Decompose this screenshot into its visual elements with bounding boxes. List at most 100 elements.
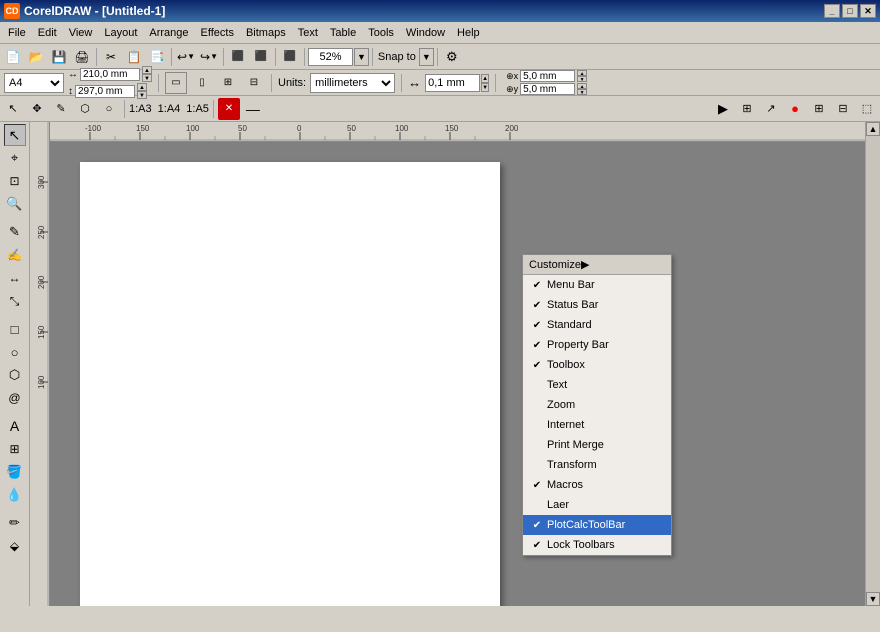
minimize-button[interactable]: _ — [824, 4, 840, 18]
float-btn2[interactable]: ⊞ — [736, 98, 758, 120]
dash-button[interactable]: — — [242, 98, 264, 120]
undo-button[interactable]: ↩▼ — [175, 46, 197, 68]
menu-view[interactable]: View — [63, 25, 99, 41]
zoom-input[interactable] — [308, 48, 353, 66]
nudge-down[interactable]: ▼ — [481, 83, 489, 92]
circle-tool[interactable]: ○ — [98, 98, 120, 120]
ctx-macros[interactable]: ✔ Macros — [523, 475, 671, 495]
menu-help[interactable]: Help — [451, 25, 486, 41]
pointer-tool[interactable]: ↖ — [2, 98, 24, 120]
text-tool[interactable]: A — [4, 415, 26, 437]
ctx-internet[interactable]: Internet — [523, 415, 671, 435]
ctx-print-merge[interactable]: Print Merge — [523, 435, 671, 455]
page-height-input[interactable] — [75, 85, 135, 98]
menu-tools[interactable]: Tools — [362, 25, 400, 41]
fill-tool[interactable]: 🪣 — [4, 461, 26, 483]
menu-arrange[interactable]: Arrange — [143, 25, 194, 41]
nudge-up[interactable]: ▲ — [481, 74, 489, 83]
cy-down[interactable]: ▼ — [577, 89, 587, 95]
publish-button[interactable]: ⬛ — [279, 46, 301, 68]
zoom-tool[interactable]: 🔍 — [4, 193, 26, 215]
menu-bitmaps[interactable]: Bitmaps — [240, 25, 292, 41]
connector-tool[interactable]: ⤡ — [4, 290, 26, 312]
spiral-tool[interactable]: @ — [4, 387, 26, 409]
coord-x-input[interactable] — [520, 70, 575, 82]
select-tool[interactable]: ↖ — [4, 124, 26, 146]
shadow-tool[interactable]: ⬙ — [4, 535, 26, 557]
print-button[interactable]: 🖨 — [71, 46, 93, 68]
zoom-dropdown[interactable]: ▼ — [354, 48, 369, 66]
scroll-up-button[interactable]: ▲ — [866, 122, 880, 136]
coord-y-input[interactable] — [520, 83, 575, 95]
menu-window[interactable]: Window — [400, 25, 451, 41]
height-up[interactable]: ▲ — [137, 83, 147, 91]
menu-layout[interactable]: Layout — [98, 25, 143, 41]
x-button[interactable]: ✕ — [218, 98, 240, 120]
shape-tool[interactable]: ⬡ — [74, 98, 96, 120]
scroll-down-button[interactable]: ▼ — [866, 592, 880, 606]
right-scrollbar[interactable]: ▲ ▼ — [865, 122, 880, 606]
new-button[interactable]: 📄 — [2, 46, 24, 68]
smart-draw-tool[interactable]: ✍ — [4, 244, 26, 266]
copy-button[interactable]: 📋 — [123, 46, 145, 68]
crop-tool[interactable]: ⊡ — [4, 170, 26, 192]
paste-button[interactable]: 📑 — [146, 46, 168, 68]
eyedropper-tool[interactable]: 💧 — [4, 484, 26, 506]
maximize-button[interactable]: □ — [842, 4, 858, 18]
save-button[interactable]: 💾 — [48, 46, 70, 68]
close-button[interactable]: ✕ — [860, 4, 876, 18]
float-btn7[interactable]: ⬚ — [856, 98, 878, 120]
page-layout-button[interactable]: ⊞ — [217, 72, 239, 94]
snap-dropdown[interactable]: ▼ — [419, 48, 434, 66]
ctx-transform[interactable]: Transform — [523, 455, 671, 475]
options-button[interactable]: ⚙ — [441, 46, 463, 68]
page-size-select[interactable]: A4 — [4, 73, 64, 93]
portrait-button[interactable]: ▭ — [165, 72, 187, 94]
ctx-laer[interactable]: Laer — [523, 495, 671, 515]
menu-effects[interactable]: Effects — [195, 25, 240, 41]
menu-text[interactable]: Text — [292, 25, 324, 41]
float-btn3[interactable]: ↗ — [760, 98, 782, 120]
pencil-tool[interactable]: ✎ — [50, 98, 72, 120]
float-btn5[interactable]: ⊞ — [808, 98, 830, 120]
ctx-status-bar[interactable]: ✔ Status Bar — [523, 295, 671, 315]
units-select[interactable]: millimeters — [310, 73, 395, 93]
menu-table[interactable]: Table — [324, 25, 362, 41]
customize-item[interactable]: Customize ▶ — [523, 255, 671, 275]
table-tool[interactable]: ⊞ — [4, 438, 26, 460]
ctx-property-bar[interactable]: ✔ Property Bar — [523, 335, 671, 355]
cx-down[interactable]: ▼ — [577, 76, 587, 82]
title-controls[interactable]: _ □ ✕ — [824, 4, 876, 18]
menu-file[interactable]: File — [2, 25, 32, 41]
float-btn6[interactable]: ⊟ — [832, 98, 854, 120]
cut-button[interactable]: ✂ — [100, 46, 122, 68]
width-down[interactable]: ▼ — [142, 74, 152, 82]
menu-edit[interactable]: Edit — [32, 25, 63, 41]
rectangle-tool[interactable]: □ — [4, 318, 26, 340]
ctx-zoom[interactable]: Zoom — [523, 395, 671, 415]
polygon-tool[interactable]: ⬡ — [4, 364, 26, 386]
ctx-plotcalc[interactable]: ✔ PlotCalcToolBar — [523, 515, 671, 535]
page-width-input[interactable] — [80, 68, 140, 81]
node-tool[interactable]: ⌖ — [4, 147, 26, 169]
ctx-text[interactable]: Text — [523, 375, 671, 395]
landscape-button[interactable]: ▯ — [191, 72, 213, 94]
dimension-tool[interactable]: ↔ — [4, 267, 26, 289]
facing-pages-button[interactable]: ⊟ — [243, 72, 265, 94]
import-button[interactable]: ⬛ — [227, 46, 249, 68]
freehand-tool[interactable]: ✎ — [4, 221, 26, 243]
float-btn4[interactable]: ● — [784, 98, 806, 120]
export-button[interactable]: ⬛ — [250, 46, 272, 68]
ellipse-tool[interactable]: ○ — [4, 341, 26, 363]
outline-tool[interactable]: ✏ — [4, 512, 26, 534]
move-tool[interactable]: ✥ — [26, 98, 48, 120]
redo-button[interactable]: ↪▼ — [198, 46, 220, 68]
ctx-standard[interactable]: ✔ Standard — [523, 315, 671, 335]
open-button[interactable]: 📂 — [25, 46, 47, 68]
ctx-toolbox[interactable]: ✔ Toolbox — [523, 355, 671, 375]
ctx-menu-bar[interactable]: ✔ Menu Bar — [523, 275, 671, 295]
float-btn1[interactable]: ▶ — [712, 98, 734, 120]
ctx-lock-toolbars[interactable]: ✔ Lock Toolbars — [523, 535, 671, 555]
width-up[interactable]: ▲ — [142, 66, 152, 74]
nudge-input[interactable] — [425, 74, 480, 92]
